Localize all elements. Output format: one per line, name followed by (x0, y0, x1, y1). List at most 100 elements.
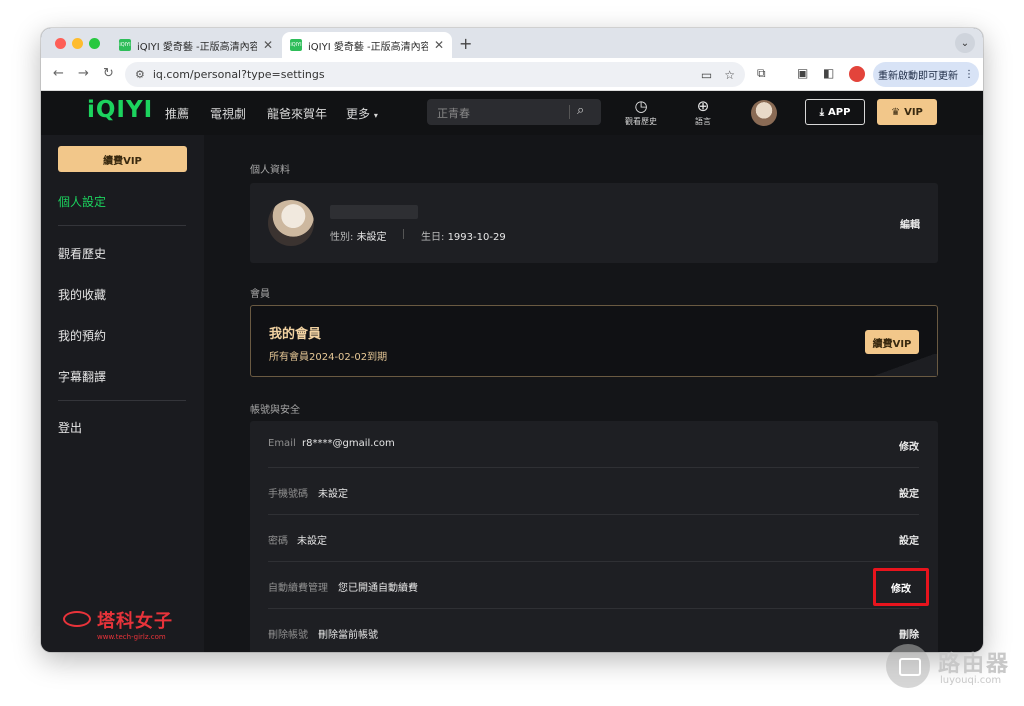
card-fold-decoration (871, 354, 937, 376)
search-box[interactable]: 正青春 ⌕ (427, 99, 601, 125)
language-button[interactable]: ⊕ 語言 (681, 98, 725, 127)
minimize-window-button[interactable] (72, 38, 83, 49)
tab-title: iQIYI 愛奇藝 -正版高清內容免費 (137, 41, 257, 53)
tab-strip: iQIYI iQIYI 愛奇藝 -正版高清內容免費 ✕ iQIYI iQIYI … (41, 28, 983, 58)
account-section-title: 帳號與安全 (250, 405, 300, 416)
row-key: 密碼 (268, 536, 288, 547)
sidebar-item-logout[interactable]: 登出 (58, 419, 82, 436)
download-icon: ⤓ (819, 106, 824, 118)
auto-renew-modify-button[interactable]: 修改 (873, 568, 929, 606)
watermark-sub-text: www.tech-girlz.com (97, 633, 166, 641)
gender-label: 性別: (330, 232, 354, 243)
membership-section-title: 會員 (250, 289, 270, 300)
search-placeholder: 正青春 (437, 107, 470, 120)
account-security-card: Email r8****@gmail.com 修改 手機號碼 未設定 設定 密碼… (250, 421, 938, 652)
nav-tv-drama[interactable]: 電視劇 (210, 105, 246, 122)
renew-vip-button[interactable]: 續費VIP (58, 146, 187, 172)
forward-arrow-icon[interactable]: → (78, 66, 89, 81)
nav-more-label: 更多 (346, 107, 371, 121)
browser-toolbar: ← → ↻ ⚙ iq.com/personal?type=settings ▭ … (41, 58, 983, 91)
row-value: 刪除當前帳號 (318, 630, 378, 641)
search-icon[interactable]: ⌕ (577, 103, 584, 118)
site-settings-icon[interactable]: ⚙ (135, 68, 145, 81)
sidebar-divider (58, 400, 186, 401)
watermark-logo: 塔科女子 www.tech-girlz.com (63, 607, 173, 641)
password-set-button[interactable]: 設定 (899, 532, 919, 547)
crown-icon: ♛ (891, 106, 901, 118)
nav-more[interactable]: 更多 ▾ (346, 105, 378, 122)
history-button[interactable]: ◷ 觀看歷史 (619, 98, 663, 127)
account-row-auto-renew: 自動續費管理 您已開通自動續費 修改 (268, 562, 929, 609)
iqiyi-favicon-icon: iQIYI (290, 39, 302, 51)
gender-info: 性別: 未設定 (330, 228, 387, 243)
email-modify-button[interactable]: 修改 (899, 438, 919, 453)
update-label: 重新啟動即可更新 (878, 71, 958, 82)
install-app-icon[interactable]: ▭ (701, 68, 712, 82)
sidebar-item-subtitle-translation[interactable]: 字幕翻譯 (58, 368, 106, 385)
meta-separator (403, 229, 404, 239)
row-value: 您已開通自動續費 (338, 583, 418, 594)
search-divider (569, 105, 570, 119)
close-window-button[interactable] (55, 38, 66, 49)
sidebar-item-history[interactable]: 觀看歷史 (58, 245, 106, 262)
extensions-icon[interactable]: ⧉ (757, 66, 766, 81)
bookmark-star-icon[interactable]: ☆ (724, 68, 735, 82)
membership-renew-vip-button[interactable]: 續費VIP (865, 330, 919, 354)
row-value: 未設定 (297, 536, 327, 547)
profile-name-blurred (330, 205, 418, 219)
app-download-button[interactable]: ⤓ APP (805, 99, 865, 125)
row-key: 手機號碼 (268, 489, 308, 500)
edit-profile-button[interactable]: 編輯 (900, 216, 920, 231)
close-tab-icon[interactable]: ✕ (263, 38, 273, 52)
address-bar[interactable]: ⚙ iq.com/personal?type=settings ▭ ☆ (125, 62, 745, 87)
delete-account-button[interactable]: 刪除 (899, 626, 919, 641)
close-tab-icon[interactable]: ✕ (434, 38, 444, 52)
reload-icon[interactable]: ↻ (103, 66, 114, 81)
row-key: 刪除帳號 (268, 630, 308, 641)
chevron-down-icon: ▾ (373, 111, 378, 120)
globe-icon: ⊕ (696, 97, 710, 115)
update-relaunch-button[interactable]: 重新啟動即可更新 ⋮ (873, 62, 979, 87)
vip-button[interactable]: ♛ VIP (877, 99, 937, 125)
back-arrow-icon[interactable]: ← (53, 66, 64, 81)
iqiyi-logo[interactable]: iQIYI (87, 97, 153, 123)
profile-section-title: 個人資料 (250, 165, 290, 176)
vip-label: VIP (904, 106, 923, 118)
birthday-label: 生日: (421, 232, 445, 243)
phone-set-button[interactable]: 設定 (899, 485, 919, 500)
maximize-window-button[interactable] (89, 38, 100, 49)
tab-search-chevron-icon[interactable]: ⌄ (955, 33, 975, 53)
cast-icon[interactable]: ▣ (797, 66, 808, 80)
sidebar: 續費VIP 個人設定 觀看歷史 我的收藏 我的預約 字幕翻譯 登出 塔科女子 w… (41, 135, 204, 652)
side-panel-icon[interactable]: ◧ (823, 66, 834, 80)
app-label: APP (828, 106, 851, 118)
brand-watermark: 路由器 luyouqi.com (882, 642, 1022, 690)
profile-avatar[interactable] (268, 200, 314, 246)
watermark-main-text: 塔科女子 (97, 611, 173, 632)
language-label: 語言 (695, 117, 711, 126)
profile-avatar-icon[interactable] (849, 66, 865, 82)
sidebar-item-reservations[interactable]: 我的預約 (58, 327, 106, 344)
membership-title: 我的會員 (269, 327, 322, 342)
browser-tab-2[interactable]: iQIYI iQIYI 愛奇藝 -正版高清內容免費 ✕ (282, 32, 452, 58)
membership-expiry: 所有會員2024-02-02到期 (269, 352, 388, 363)
row-key: Email (268, 438, 296, 449)
new-tab-button[interactable]: + (459, 34, 472, 53)
sidebar-item-favorites[interactable]: 我的收藏 (58, 286, 106, 303)
sidebar-item-personal-settings[interactable]: 個人設定 (58, 193, 106, 210)
clock-icon: ◷ (634, 97, 648, 115)
membership-card: 我的會員 所有會員2024-02-02到期 續費VIP (250, 305, 938, 377)
browser-window: iQIYI iQIYI 愛奇藝 -正版高清內容免費 ✕ iQIYI iQIYI … (41, 28, 983, 652)
nav-recommend[interactable]: 推薦 (165, 105, 189, 122)
gender-value: 未設定 (356, 232, 387, 243)
brand-site: luyouqi.com (940, 675, 1002, 686)
browser-tab-1[interactable]: iQIYI iQIYI 愛奇藝 -正版高清內容免費 ✕ (111, 32, 281, 58)
router-logo-icon (886, 644, 930, 688)
nav-special[interactable]: 龍爸來賀年 (267, 105, 327, 122)
row-key: 自動續費管理 (268, 583, 328, 594)
iqiyi-favicon-icon: iQIYI (119, 39, 131, 51)
site-header: iQIYI 推薦 電視劇 龍爸來賀年 更多 ▾ 正青春 ⌕ ◷ 觀看歷史 ⊕ 語… (41, 91, 983, 135)
account-row-email: Email r8****@gmail.com 修改 (268, 421, 919, 468)
url-text: iq.com/personal?type=settings (152, 68, 325, 81)
user-avatar[interactable] (751, 100, 777, 126)
